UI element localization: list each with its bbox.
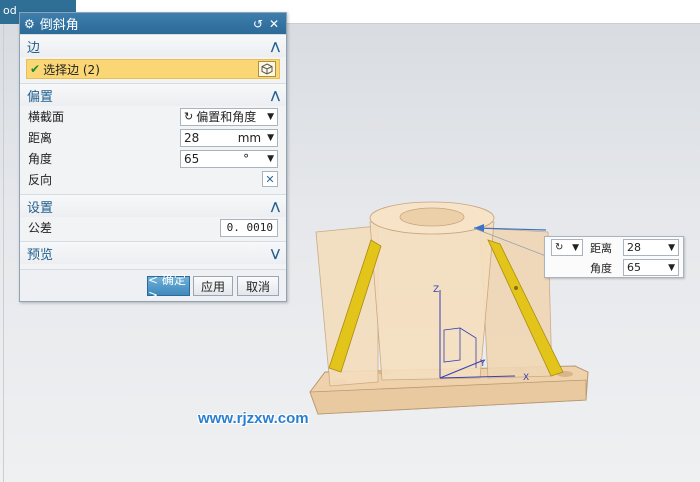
watermark: www.rjzxw.com xyxy=(198,410,309,427)
preview-section-title: 预览 xyxy=(27,247,54,263)
chevron-down-icon[interactable]: ⋁ xyxy=(271,247,280,260)
chevron-up-icon[interactable]: ⋀ xyxy=(271,40,280,53)
edge-section: 边 ⋀ ✔ 选择边 (2) xyxy=(20,34,286,79)
reverse-direction-icon[interactable]: ✕ xyxy=(262,171,278,187)
chevron-down-icon: ▼ xyxy=(572,242,579,253)
cross-section-row: 横截面 ↻ 偏置和角度 ▼ xyxy=(20,106,286,127)
select-edge-label: 选择边 (2) xyxy=(43,62,100,77)
onscreen-input-panel: ↻ ▼ 距离 28 ▼ 角度 65 ▼ xyxy=(544,236,684,278)
distance-input[interactable]: 28 mm ▼ xyxy=(180,128,278,147)
chevron-down-icon: ▼ xyxy=(668,242,675,253)
angle-unit: ° xyxy=(243,151,250,166)
offset-section-title: 偏置 xyxy=(27,89,54,105)
edge-section-header[interactable]: 边 ⋀ xyxy=(20,35,286,57)
chevron-up-icon[interactable]: ⋀ xyxy=(271,89,280,102)
gear-icon: ⚙ xyxy=(24,16,35,31)
preview-section: 预览 ⋁ xyxy=(20,241,286,264)
settings-section: 设置 ⋀ 公差 0. 0010 xyxy=(20,194,286,238)
offset-section-header[interactable]: 偏置 ⋀ xyxy=(20,84,286,106)
axis-x-label: X xyxy=(523,373,529,383)
tolerance-row: 公差 0. 0010 xyxy=(20,217,286,238)
chevron-down-icon[interactable]: ▼ xyxy=(267,154,274,164)
tolerance-input[interactable]: 0. 0010 xyxy=(220,219,278,237)
dialog-title: 倒斜角 xyxy=(39,18,79,33)
apply-button[interactable]: 应用 xyxy=(193,276,233,296)
chevron-down-icon: ▼ xyxy=(267,111,274,122)
offset-section: 偏置 ⋀ 横截面 ↻ 偏置和角度 ▼ 距离 28 mm ▼ 角度 65 ° ▼ xyxy=(20,83,286,190)
onscreen-angle-input[interactable]: 65 ▼ xyxy=(623,259,679,276)
chevron-down-icon: ▼ xyxy=(668,262,675,273)
distance-row: 距离 28 mm ▼ xyxy=(20,127,286,148)
onscreen-distance-label: 距离 xyxy=(590,242,612,255)
chamfer-dialog: ⚙ 倒斜角 ↺ ✕ 边 ⋀ ✔ 选择边 (2) 偏置 ⋀ 横截面 ↻ 偏置和角度… xyxy=(19,12,287,302)
angle-value: 65 xyxy=(184,151,200,166)
ok-button[interactable]: < 确定 > xyxy=(147,273,190,302)
cross-section-select[interactable]: ↻ 偏置和角度 ▼ xyxy=(180,107,278,126)
onscreen-distance-input[interactable]: 28 ▼ xyxy=(623,239,679,256)
axis-z-label: Z xyxy=(433,285,439,295)
select-edge-row[interactable]: ✔ 选择边 (2) xyxy=(26,59,280,79)
chevron-down-icon[interactable]: ▼ xyxy=(267,133,274,143)
settings-section-title: 设置 xyxy=(27,200,54,216)
onscreen-mode-select[interactable]: ↻ ▼ xyxy=(551,239,583,256)
cross-section-value: 偏置和角度 xyxy=(196,110,257,124)
offset-angle-icon: ↻ xyxy=(184,110,194,123)
distance-unit: mm xyxy=(237,130,262,145)
dialog-title-bar[interactable]: ⚙ 倒斜角 ↺ ✕ xyxy=(20,13,286,34)
cancel-button[interactable]: 取消 xyxy=(237,276,279,296)
reverse-label: 反向 xyxy=(28,173,53,187)
onscreen-distance-value: 28 xyxy=(627,241,641,254)
axis-y-label: Y xyxy=(479,359,486,369)
offset-angle-icon: ↻ xyxy=(555,242,564,253)
distance-value: 28 xyxy=(184,130,200,145)
angle-input[interactable]: 65 ° ▼ xyxy=(180,149,278,168)
onscreen-angle-value: 65 xyxy=(627,261,641,274)
dialog-button-bar: < 确定 > 应用 取消 xyxy=(20,269,286,302)
check-icon: ✔ xyxy=(30,62,41,76)
reset-icon[interactable]: ↺ xyxy=(250,17,266,31)
cylinder-boss xyxy=(369,221,495,381)
settings-section-header[interactable]: 设置 ⋀ xyxy=(20,195,286,217)
angle-row: 角度 65 ° ▼ xyxy=(20,148,286,169)
chevron-up-icon[interactable]: ⋀ xyxy=(271,200,280,213)
edge-section-title: 边 xyxy=(27,40,41,56)
preview-section-header[interactable]: 预览 ⋁ xyxy=(20,242,286,264)
cube-select-icon[interactable] xyxy=(258,61,276,77)
reverse-row: 反向 ✕ xyxy=(20,169,286,190)
close-icon[interactable]: ✕ xyxy=(266,17,282,31)
onscreen-angle-label: 角度 xyxy=(590,262,612,275)
